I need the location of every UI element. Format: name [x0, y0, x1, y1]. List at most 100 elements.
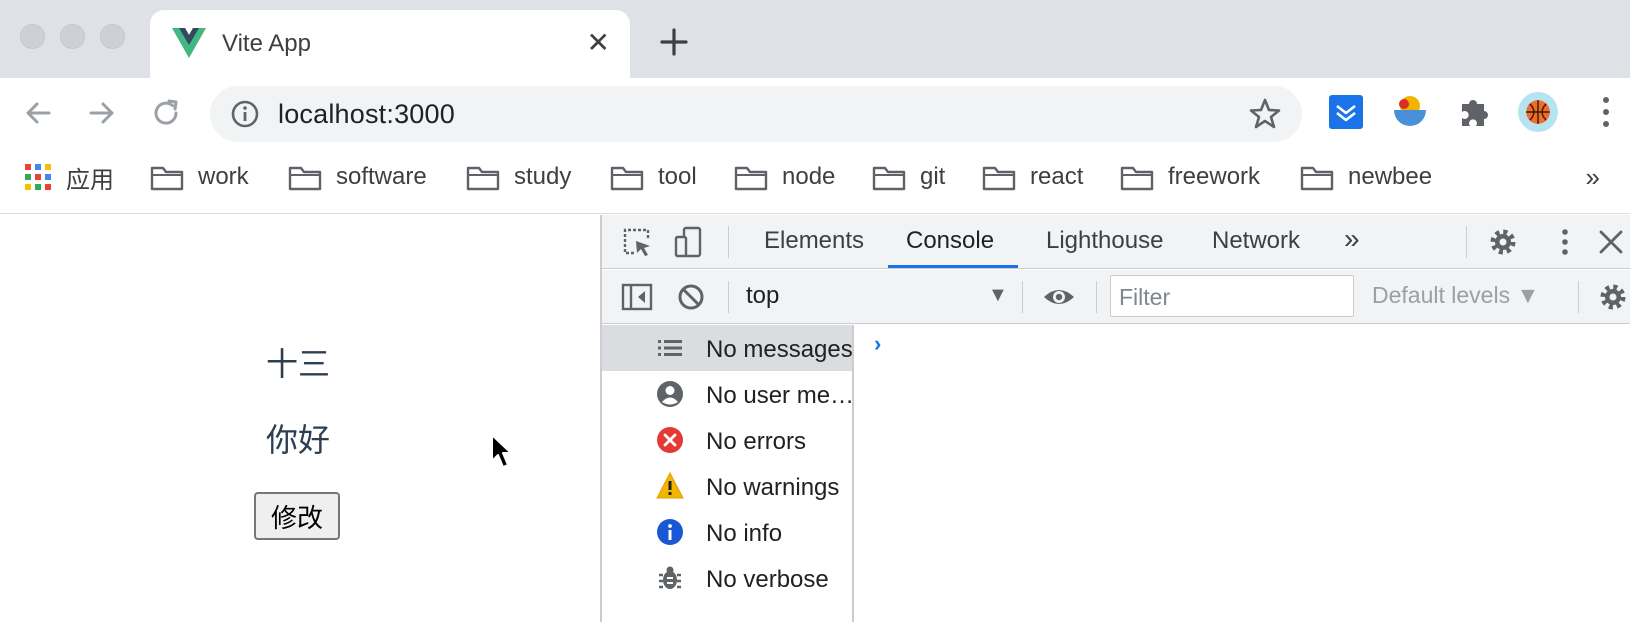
devtools-menu-icon[interactable]: [1548, 225, 1582, 259]
address-bar[interactable]: localhost:3000: [210, 86, 1302, 142]
bookmark-folder-git[interactable]: git: [872, 160, 945, 194]
console-toolbar: top ▼ Filter Default levels ▼: [602, 270, 1630, 324]
forward-arrow-icon[interactable]: [84, 95, 120, 131]
sidebar-item-label: No errors: [706, 428, 807, 455]
show-sidebar-icon[interactable]: [620, 280, 654, 314]
settings-gear-icon[interactable]: [1486, 225, 1520, 259]
tab-elements[interactable]: Elements: [764, 227, 864, 255]
url-text[interactable]: localhost:3000: [278, 99, 455, 130]
sidebar-item-label: No user me…: [706, 382, 855, 409]
bookmark-folder-tool[interactable]: tool: [610, 160, 697, 194]
browser-tab[interactable]: Vite App ✕: [150, 10, 630, 78]
sidebar-item-warnings[interactable]: No warnings: [602, 463, 852, 509]
sidebar-item-info[interactable]: No info: [602, 509, 852, 555]
user-icon: [657, 381, 683, 407]
bookmark-label: freework: [1168, 163, 1261, 190]
context-dropdown-arrow-icon[interactable]: ▼: [988, 284, 1008, 307]
bookmark-label: 应用: [66, 166, 114, 194]
filter-placeholder: Filter: [1119, 284, 1171, 310]
separator: [728, 226, 729, 258]
bookmark-folder-freework[interactable]: freework: [1120, 160, 1260, 194]
console-filter-input[interactable]: Filter: [1110, 275, 1354, 317]
tab-console[interactable]: Console: [906, 227, 994, 255]
tab-lighthouse[interactable]: Lighthouse: [1046, 227, 1163, 255]
clear-console-icon[interactable]: [674, 280, 708, 314]
sidebar-item-label: No info: [706, 520, 783, 547]
folder-icon: [872, 166, 906, 191]
tab-close-icon[interactable]: ✕: [587, 28, 610, 58]
bookmark-label: work: [198, 163, 249, 190]
context-selector[interactable]: top: [746, 282, 779, 310]
bookmark-folder-node[interactable]: node: [734, 160, 835, 194]
bookmark-folder-react[interactable]: react: [982, 160, 1083, 194]
site-info-icon[interactable]: [230, 99, 260, 129]
tab-network[interactable]: Network: [1212, 227, 1300, 255]
bookmark-label: react: [1030, 163, 1084, 190]
new-tab-icon[interactable]: [656, 24, 692, 60]
console-sidebar: No messages No user me… No errors No war…: [602, 325, 854, 622]
folder-icon: [982, 166, 1016, 191]
back-arrow-icon[interactable]: [20, 95, 56, 131]
folder-icon: [734, 166, 768, 191]
separator: [1578, 281, 1579, 313]
live-expression-eye-icon[interactable]: [1042, 280, 1076, 314]
profile-avatar-icon[interactable]: [1518, 92, 1558, 132]
window-close-dot[interactable]: [20, 24, 45, 49]
vue-logo-icon: [172, 28, 206, 58]
bug-icon: [659, 566, 681, 589]
tab-title: Vite App: [222, 30, 311, 57]
sidebar-item-label: No messages: [706, 336, 853, 363]
extension-bowl-icon[interactable]: [1390, 92, 1430, 132]
bookmark-label: software: [336, 163, 427, 190]
page-text-line1: 十三: [266, 345, 331, 383]
list-icon: [658, 340, 682, 356]
log-levels-dropdown[interactable]: Default levels ▼: [1372, 282, 1539, 309]
bookmark-label: tool: [658, 163, 697, 190]
sidebar-item-messages[interactable]: No messages: [602, 325, 853, 371]
separator: [1466, 226, 1467, 258]
bookmark-folder-study[interactable]: study: [466, 160, 571, 194]
devtools-tab-bar: Elements Console Lighthouse Network »: [602, 215, 1630, 269]
devtools-panel: Elements Console Lighthouse Network » to…: [600, 215, 1630, 622]
folder-icon: [1120, 166, 1154, 191]
sidebar-item-verbose[interactable]: No verbose: [602, 555, 852, 601]
bookmark-star-icon[interactable]: [1248, 97, 1282, 131]
error-icon: [657, 427, 683, 453]
bookmark-label: study: [514, 163, 572, 190]
close-devtools-icon[interactable]: [1594, 225, 1628, 259]
tab-strip: Vite App ✕: [0, 0, 1630, 78]
folder-icon: [150, 166, 184, 191]
bookmark-label: node: [782, 163, 836, 190]
bookmark-label: newbee: [1348, 163, 1433, 190]
extension-download-icon[interactable]: [1326, 92, 1366, 132]
separator: [1022, 281, 1023, 313]
apps-grid-icon: [25, 164, 51, 190]
window-minimize-dot[interactable]: [60, 24, 85, 49]
folder-icon: [466, 166, 500, 191]
web-page-content: 十三 你好 修改: [0, 215, 600, 622]
bookmark-folder-software[interactable]: software: [288, 160, 427, 194]
modify-button[interactable]: 修改: [254, 492, 340, 540]
bookmark-label: git: [920, 163, 946, 190]
folder-icon: [610, 166, 644, 191]
console-settings-gear-icon[interactable]: [1596, 280, 1630, 314]
sidebar-item-errors[interactable]: No errors: [602, 417, 852, 463]
sidebar-item-user-messages[interactable]: No user me…: [602, 371, 855, 417]
mouse-cursor-icon: [491, 434, 512, 468]
more-tabs-icon[interactable]: »: [1344, 223, 1360, 255]
inspect-element-icon[interactable]: [620, 225, 654, 259]
info-icon: [657, 519, 683, 545]
bookmarks-overflow-icon[interactable]: »: [1586, 162, 1600, 193]
bookmarks-bar: 应用 work software study tool node git react free…: [0, 148, 1630, 214]
bookmark-folder-work[interactable]: work: [150, 160, 249, 194]
device-toolbar-icon[interactable]: [672, 225, 706, 259]
bookmark-folder-newbee[interactable]: newbee: [1300, 160, 1432, 194]
active-tab-indicator: [888, 265, 1018, 268]
extensions-puzzle-icon[interactable]: [1454, 92, 1494, 132]
browser-menu-icon[interactable]: [1586, 92, 1626, 132]
sidebar-item-label: No warnings: [706, 474, 840, 501]
bookmark-apps[interactable]: 应用: [24, 160, 114, 194]
window-zoom-dot[interactable]: [100, 24, 125, 49]
reload-icon[interactable]: [148, 95, 184, 131]
console-prompt-icon[interactable]: ›: [874, 331, 881, 357]
